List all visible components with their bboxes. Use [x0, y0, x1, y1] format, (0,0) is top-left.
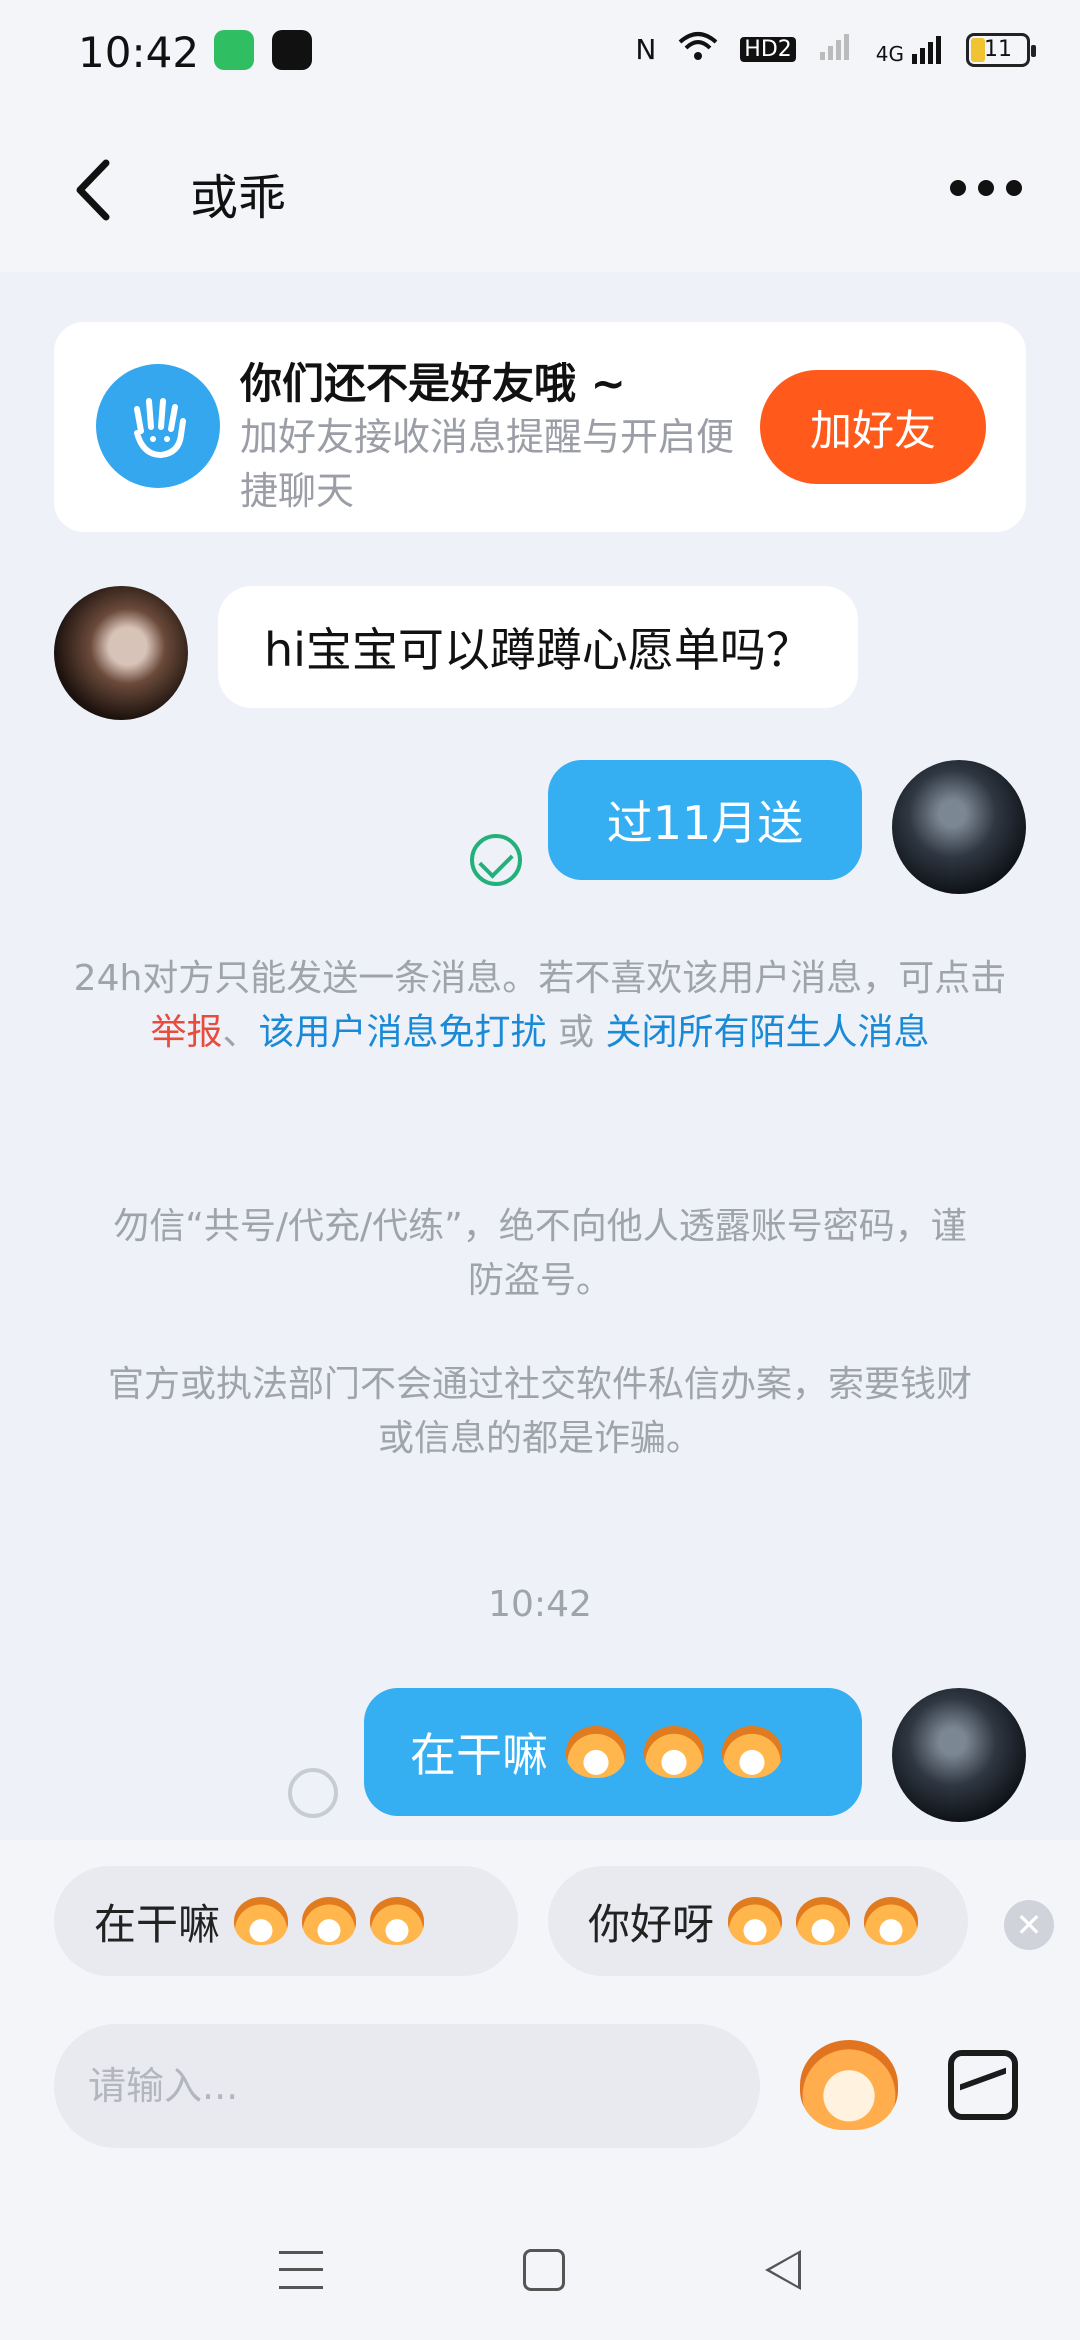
more-dots-icon[interactable]	[950, 180, 1022, 196]
message-text: hi宝宝可以蹲蹲心愿单吗？	[264, 623, 812, 677]
surprised-emoji-icon	[728, 1897, 783, 1945]
notice-separator: 、	[222, 1012, 259, 1053]
wifi-icon	[678, 30, 718, 69]
system-nav-bar	[0, 2200, 1080, 2340]
surprised-emoji-icon	[864, 1897, 919, 1945]
fraud-warning: 官方或执法部门不会通过社交软件私信办案，索要钱财或信息的都是诈骗。	[107, 1364, 972, 1459]
message-text: 在干嘛	[410, 1728, 548, 1782]
image-icon[interactable]	[948, 2050, 1018, 2120]
chat-title: 或乖	[190, 170, 287, 226]
message-input[interactable]	[54, 2024, 760, 2148]
grin-emoji-icon	[302, 1897, 357, 1945]
status-indicators: N HD2 4G 11	[635, 30, 1036, 69]
battery-level-fill	[971, 37, 985, 62]
quick-reply-text: 在干嘛	[94, 1899, 221, 1949]
network-type-label: 4G	[875, 41, 904, 66]
grin-emoji-icon	[566, 1726, 626, 1778]
my-avatar[interactable]	[892, 760, 1026, 894]
outgoing-message-bubble[interactable]: 在干嘛	[364, 1688, 862, 1816]
surprised-emoji-icon	[796, 1897, 851, 1945]
status-bar: 10:42 N HD2 4G 11	[0, 0, 1080, 100]
sending-status-icon	[288, 1768, 338, 1818]
app-notification-icon	[214, 30, 254, 70]
add-friend-button[interactable]: 加好友	[760, 370, 986, 484]
grin-emoji-icon	[644, 1726, 704, 1778]
banner-title: 你们还不是好友哦 ~	[240, 359, 626, 408]
my-avatar[interactable]	[892, 1688, 1026, 1822]
signal-icon	[818, 30, 854, 69]
tiktok-notification-icon	[272, 30, 312, 70]
battery-icon: 11	[966, 32, 1036, 67]
quick-reply-chip[interactable]: 在干嘛	[54, 1866, 518, 1976]
nfc-icon: N	[635, 33, 657, 66]
read-check-icon	[470, 834, 522, 886]
grin-emoji-icon	[722, 1726, 782, 1778]
wave-hand-icon	[96, 364, 220, 488]
close-strangers-link[interactable]: 关闭所有陌生人消息	[605, 1012, 929, 1053]
emoji-icon[interactable]	[800, 2040, 898, 2130]
quick-reply-chip[interactable]: 你好呀	[548, 1866, 968, 1976]
cellular-4g-icon: 4G	[876, 34, 944, 66]
report-link[interactable]: 举报	[151, 1012, 223, 1053]
back-triangle-icon[interactable]	[765, 2250, 801, 2290]
hd-icon: HD2	[740, 37, 796, 62]
incoming-message-bubble[interactable]: hi宝宝可以蹲蹲心愿单吗？	[218, 586, 858, 708]
chevron-left-icon[interactable]	[68, 155, 118, 225]
recent-apps-icon[interactable]	[279, 2251, 323, 2289]
notice-text: 24h对方只能发送一条消息。若不喜欢该用户消息，可点击	[73, 958, 1007, 999]
add-friend-banner: 你们还不是好友哦 ~ 加好友接收消息提醒与开启便捷聊天 加好友	[54, 322, 1026, 532]
message-timestamp: 10:42	[488, 1584, 592, 1625]
quick-reply-text: 你好呀	[588, 1899, 715, 1949]
home-icon[interactable]	[523, 2249, 565, 2291]
grin-emoji-icon	[370, 1897, 425, 1945]
grin-emoji-icon	[234, 1897, 289, 1945]
status-time: 10:42	[78, 28, 200, 77]
message-limit-notice: 24h对方只能发送一条消息。若不喜欢该用户消息，可点击 举报、该用户消息免打扰 …	[60, 952, 1020, 1060]
contact-avatar[interactable]	[54, 586, 188, 720]
close-quick-replies-icon[interactable]: ✕	[1004, 1900, 1054, 1950]
banner-subtitle: 加好友接收消息提醒与开启便捷聊天	[240, 415, 735, 513]
battery-percent: 11	[984, 36, 1012, 62]
chat-header: 或乖	[0, 100, 1080, 272]
outgoing-message-bubble[interactable]: 过11月送	[548, 760, 862, 880]
notice-or: 或	[558, 1012, 595, 1053]
mute-user-link[interactable]: 该用户消息免打扰	[259, 1012, 547, 1053]
message-text: 过11月送	[606, 796, 804, 850]
account-warning: 勿信“共号/代充/代练”，绝不向他人透露账号密码，谨防盗号。	[113, 1206, 967, 1301]
